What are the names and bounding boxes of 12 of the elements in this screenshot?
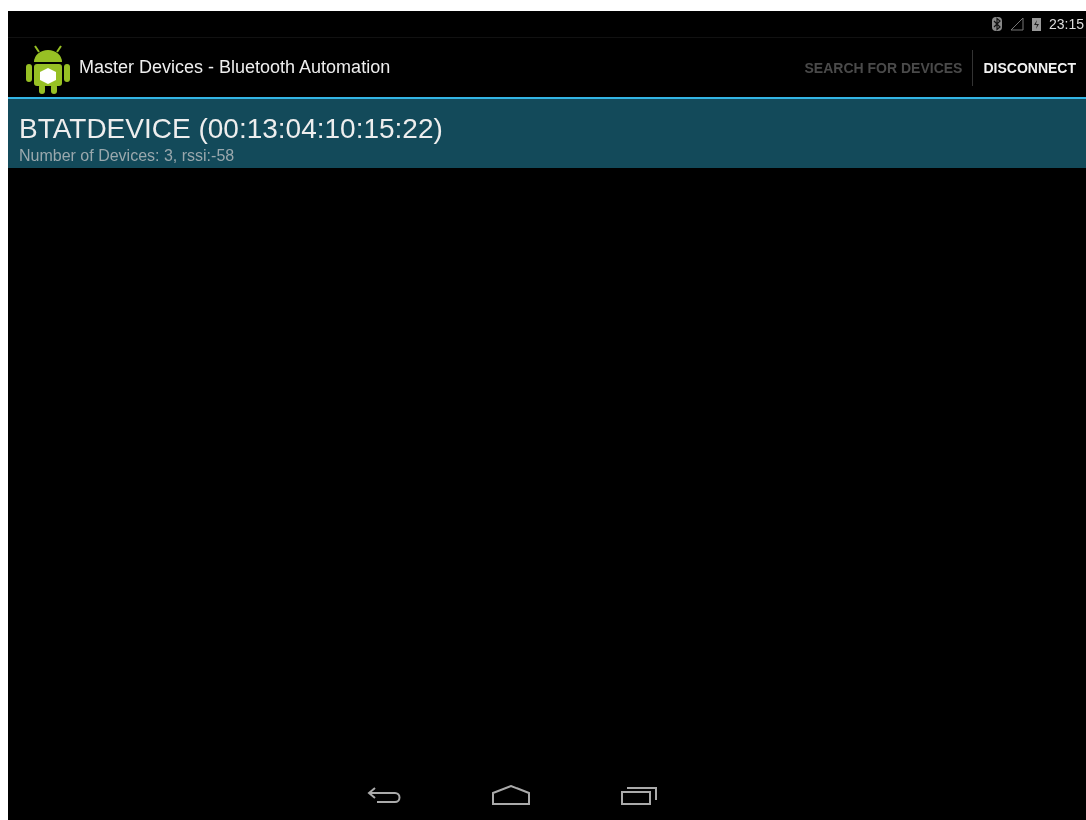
home-icon[interactable]	[491, 785, 531, 805]
signal-icon	[1009, 17, 1024, 31]
app-title: Master Devices - Bluetooth Automation	[79, 57, 392, 78]
clock-time: 23:15	[1048, 16, 1084, 32]
bluetooth-icon	[991, 17, 1002, 31]
device-detail: Number of Devices: 3, rssi:-58	[19, 147, 236, 165]
device-name: BTATDEVICE (00:13:04:10:15:22)	[19, 113, 444, 145]
action-button[interactable]: DISCONNECT	[973, 49, 1086, 86]
device-list-item[interactable]: BTATDEVICE (00:13:04:10:15:22) Number of Devices: 3, rssi:-58	[8, 99, 1086, 168]
back-icon[interactable]	[367, 786, 401, 804]
recent-apps-icon[interactable]	[621, 785, 657, 805]
battery-icon	[1031, 17, 1041, 31]
